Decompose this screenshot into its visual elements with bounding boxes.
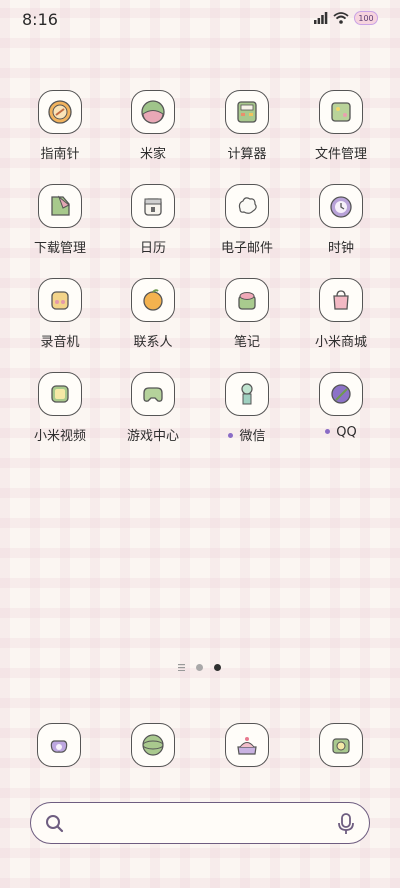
notes-icon [225,278,269,322]
status-bar: 8:16 100 [0,0,400,42]
app-label-text: QQ [336,425,357,440]
app-recorder[interactable]: 录音机 [13,274,107,350]
app-label: 联系人 [133,335,173,350]
app-label-text: 微信 [239,429,266,444]
app-clock[interactable]: 时钟 [294,180,388,256]
wechat-icon [225,372,269,416]
qq-icon [319,372,363,416]
app-label: 计算器 [227,147,267,162]
app-game-center[interactable]: 游戏中心 [106,368,200,444]
app-row: 指南针 米家 计算器 文件管理 [0,86,400,180]
app-email[interactable]: 电子邮件 [200,180,294,256]
search-bar[interactable] [30,802,370,844]
file-manager-icon [319,90,363,134]
app-row: 小米视频 游戏中心 微信 QQ [0,368,400,462]
app-label: 录音机 [40,335,80,350]
app-download[interactable]: 下载管理 [13,180,107,256]
app-mijia[interactable]: 米家 [106,86,200,162]
app-label: 米家 [139,147,166,162]
app-label: 日历 [139,241,166,256]
app-qq[interactable]: QQ [294,368,388,440]
app-wechat[interactable]: 微信 [200,368,294,444]
app-label: 电子邮件 [220,241,273,256]
app-label: 笔记 [233,335,260,350]
page-dot-active[interactable] [214,664,221,671]
browser-icon[interactable] [131,723,175,767]
mobile-signal-icon [314,12,328,24]
gallery-icon[interactable] [225,723,269,767]
app-label: 小米视频 [33,429,86,444]
camera-icon[interactable] [319,723,363,767]
compass-icon [38,90,82,134]
status-time: 8:16 [22,10,58,29]
app-notes[interactable]: 笔记 [200,274,294,350]
app-label: 文件管理 [314,147,367,162]
new-indicator-dot [228,433,234,438]
page-indicator [0,663,400,673]
app-contacts[interactable]: 联系人 [106,274,200,350]
download-icon [38,184,82,228]
app-compass[interactable]: 指南针 [13,86,107,162]
phone-icon[interactable] [37,723,81,767]
recorder-icon [38,278,82,322]
page-list-icon[interactable] [178,664,185,671]
wifi-icon [333,12,349,24]
calendar-icon [131,184,175,228]
app-file-manager[interactable]: 文件管理 [294,86,388,162]
app-calculator[interactable]: 计算器 [200,86,294,162]
mijia-icon [131,90,175,134]
battery-indicator: 100 [354,11,378,25]
app-row: 录音机 联系人 笔记 小米商城 [0,274,400,368]
new-indicator-dot [325,429,331,434]
email-icon [225,184,269,228]
app-grid: 指南针 米家 计算器 文件管理 下载管理 日历 电子邮件 时钟 录音机 联系人 … [0,86,400,462]
clock-icon [319,184,363,228]
status-icons: 100 [314,11,378,25]
app-label: 微信 [200,425,294,444]
app-label: 指南针 [40,147,80,162]
app-label: 下载管理 [33,241,86,256]
app-calendar[interactable]: 日历 [106,180,200,256]
microphone-icon[interactable] [337,813,355,835]
calculator-icon [225,90,269,134]
app-label: 时钟 [327,241,354,256]
mi-store-icon [319,278,363,322]
app-label: QQ [294,425,388,440]
app-label: 游戏中心 [126,429,179,444]
page-dot-inactive[interactable] [196,664,203,671]
search-icon[interactable] [45,814,65,834]
app-mi-video[interactable]: 小米视频 [13,368,107,444]
contacts-icon [131,278,175,322]
game-center-icon [131,372,175,416]
app-row: 下载管理 日历 电子邮件 时钟 [0,180,400,274]
app-label: 小米商城 [314,335,367,350]
mi-video-icon [38,372,82,416]
app-mi-store[interactable]: 小米商城 [294,274,388,350]
dock [0,721,400,771]
